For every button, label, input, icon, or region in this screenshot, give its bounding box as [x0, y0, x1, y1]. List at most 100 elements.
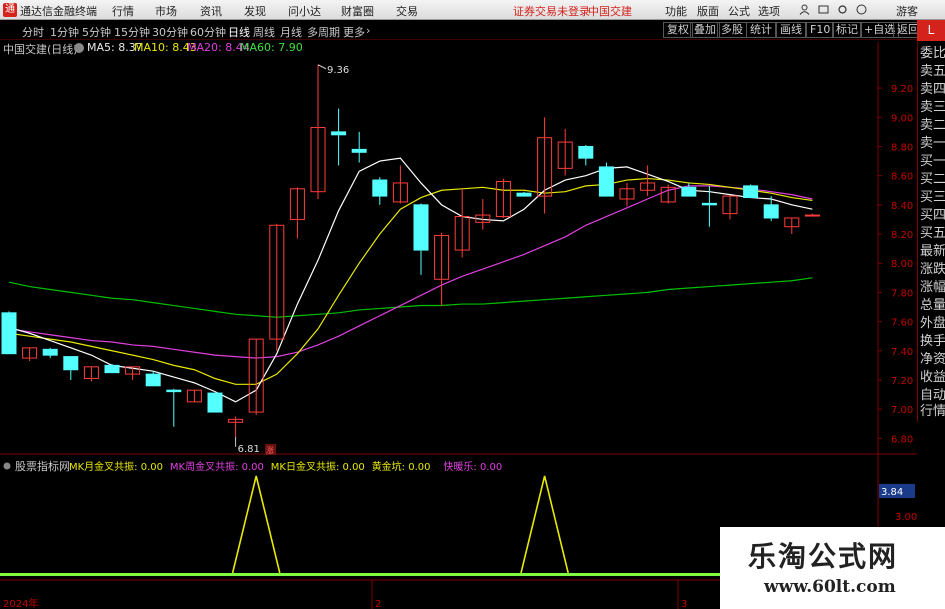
- period-tab-more[interactable]: 更多: [343, 24, 365, 40]
- candle-body: [681, 186, 697, 197]
- right-quote-panel: 委比 卖五 卖四 卖三 卖二 卖一 买一 买二 买三 买四 买五 最新 涨跌 涨…: [917, 42, 945, 422]
- menu-item-caifuquan[interactable]: 财富圈: [341, 3, 374, 19]
- toolbar-f10-button[interactable]: F10: [806, 22, 835, 38]
- period-tab-daily[interactable]: 日线: [228, 24, 250, 40]
- period-tab-60min[interactable]: 60分钟: [190, 24, 226, 40]
- rp-outer[interactable]: 外盘: [920, 316, 945, 331]
- price-axis-label: 7.60: [891, 318, 913, 329]
- x-axis-label: 2024年: [3, 597, 38, 609]
- ma10-line: [8, 177, 813, 385]
- limit-up-marker-text: 涨: [266, 445, 274, 455]
- menu-item-jiaoyi[interactable]: 交易: [396, 3, 418, 19]
- menu-item-banmian[interactable]: 版面: [697, 3, 719, 19]
- settings-icon[interactable]: [837, 4, 848, 15]
- period-tab-5min[interactable]: 5分钟: [82, 24, 111, 40]
- candle-body: [413, 204, 429, 251]
- rp-buy5[interactable]: 买五: [920, 226, 945, 241]
- title-menu-bar: 通 通达信金融终端 行情 市场 资讯 发现 问小达 财富圈 交易 证券交易未登录…: [0, 0, 945, 20]
- rp-auto[interactable]: 自动: [920, 388, 945, 403]
- menu-item-gongneng[interactable]: 功能: [665, 3, 687, 19]
- period-tab-15min[interactable]: 15分钟: [114, 24, 150, 40]
- candle-body: [701, 202, 717, 206]
- rp-change[interactable]: 涨跌: [920, 262, 945, 277]
- high-pointer: [317, 64, 327, 70]
- kline-chart-area[interactable]: 9.20 9.00 8.80 8.60 8.40 8.20 8.00 7.80 7.60 7.40…: [0, 42, 917, 609]
- guest-user[interactable]: 游客: [896, 3, 918, 19]
- toolbar-fuquan-button[interactable]: 复权: [663, 22, 693, 38]
- candle-body: [145, 373, 161, 387]
- period-tab-monthly[interactable]: 月线: [280, 24, 302, 40]
- period-tab-30min[interactable]: 30分钟: [152, 24, 188, 40]
- menu-item-wenxiaoda[interactable]: 问小达: [288, 3, 321, 19]
- sub-indicator-value: 黄金坑: 0.00: [372, 460, 431, 473]
- rp-sell3[interactable]: 卖三: [920, 100, 945, 115]
- candle-body: [516, 192, 532, 197]
- sub-indicator-title: 股票指标网: [15, 459, 70, 473]
- more-arrow-icon[interactable]: ›: [366, 24, 370, 37]
- rp-buy3[interactable]: 买三: [920, 190, 945, 205]
- rp-change-pct[interactable]: 涨幅: [920, 280, 945, 295]
- rp-volume[interactable]: 总量: [920, 298, 945, 313]
- rp-turnover[interactable]: 换手: [920, 334, 945, 349]
- candle-body: [372, 179, 388, 197]
- message-icon[interactable]: [818, 4, 829, 15]
- right-panel-toggle[interactable]: L: [917, 20, 945, 41]
- user-icon[interactable]: [799, 4, 810, 15]
- help-icon[interactable]: [856, 4, 867, 15]
- signal-spike: [231, 475, 281, 574]
- rp-sell5[interactable]: 卖五: [920, 64, 945, 79]
- candle-body: [578, 145, 594, 159]
- rp-net-asset[interactable]: 净资: [920, 352, 945, 367]
- period-tab-fenshi[interactable]: 分时: [22, 24, 44, 40]
- price-axis-label: 8.40: [891, 201, 913, 212]
- menu-item-xuanxiang[interactable]: 选项: [758, 3, 780, 19]
- candle-body: [351, 148, 367, 153]
- sub-indicator-value: MK月金叉共振: 0.00: [69, 460, 163, 473]
- rp-buy4[interactable]: 买四: [920, 208, 945, 223]
- period-tab-multi[interactable]: 多周期: [307, 24, 340, 40]
- rp-quote[interactable]: 行情: [920, 404, 945, 419]
- toolbar-tongji-button[interactable]: 统计: [746, 22, 776, 38]
- sub-indicator-value: MK周金叉共振: 0.00: [170, 460, 264, 473]
- candle-body: [42, 348, 58, 356]
- toolbar-duogu-button[interactable]: 多股: [717, 22, 747, 38]
- ma20-line: [8, 185, 813, 359]
- price-axis-label: 7.20: [891, 376, 913, 387]
- price-axis-label: 6.80: [891, 434, 913, 445]
- price-axis-label: 8.80: [891, 142, 913, 153]
- rp-sell1[interactable]: 卖一: [920, 136, 945, 151]
- price-axis-label: 9.00: [891, 113, 913, 124]
- price-axis-label: 8.20: [891, 230, 913, 241]
- candle-body: [804, 214, 820, 217]
- period-tab-weekly[interactable]: 周线: [253, 24, 275, 40]
- candle-body: [104, 364, 120, 374]
- chart-title: 中国交建(日线): [3, 43, 78, 56]
- rp-earnings[interactable]: 收益: [920, 370, 945, 385]
- rp-sell4[interactable]: 卖四: [920, 82, 945, 97]
- sub-indicator-value: 快暖乐: 0.00: [443, 460, 502, 473]
- app-logo-icon: 通: [3, 3, 17, 17]
- candle-body: [331, 131, 347, 136]
- rp-weibi[interactable]: 委比: [920, 46, 945, 61]
- rp-buy1[interactable]: 买一: [920, 154, 945, 169]
- menu-item-zixun[interactable]: 资讯: [200, 3, 222, 19]
- sub-indicator-value: MK日金叉共振: 0.00: [271, 460, 365, 473]
- price-axis-label: 7.80: [891, 288, 913, 299]
- candle-body: [63, 356, 79, 371]
- period-tab-1min[interactable]: 1分钟: [50, 24, 79, 40]
- toolbar-diejia-button[interactable]: 叠加: [690, 22, 720, 38]
- rp-buy2[interactable]: 买二: [920, 172, 945, 187]
- menu-item-gongshi[interactable]: 公式: [728, 3, 750, 19]
- price-axis-label: 9.20: [891, 84, 913, 95]
- candle-body: [743, 185, 759, 199]
- trade-login-status[interactable]: 证券交易未登录: [513, 3, 590, 19]
- indicator-settings-icon[interactable]: [74, 43, 84, 53]
- app-title: 通达信金融终端: [20, 5, 97, 18]
- toolbar-biaoji-button[interactable]: 标记: [832, 22, 862, 38]
- menu-item-faxian[interactable]: 发现: [244, 3, 266, 19]
- rp-latest[interactable]: 最新: [920, 244, 945, 259]
- menu-item-shichang[interactable]: 市场: [155, 3, 177, 19]
- rp-sell2[interactable]: 卖二: [920, 118, 945, 133]
- menu-item-hangqing[interactable]: 行情: [112, 3, 134, 19]
- toolbar-huaxian-button[interactable]: 画线: [776, 22, 806, 38]
